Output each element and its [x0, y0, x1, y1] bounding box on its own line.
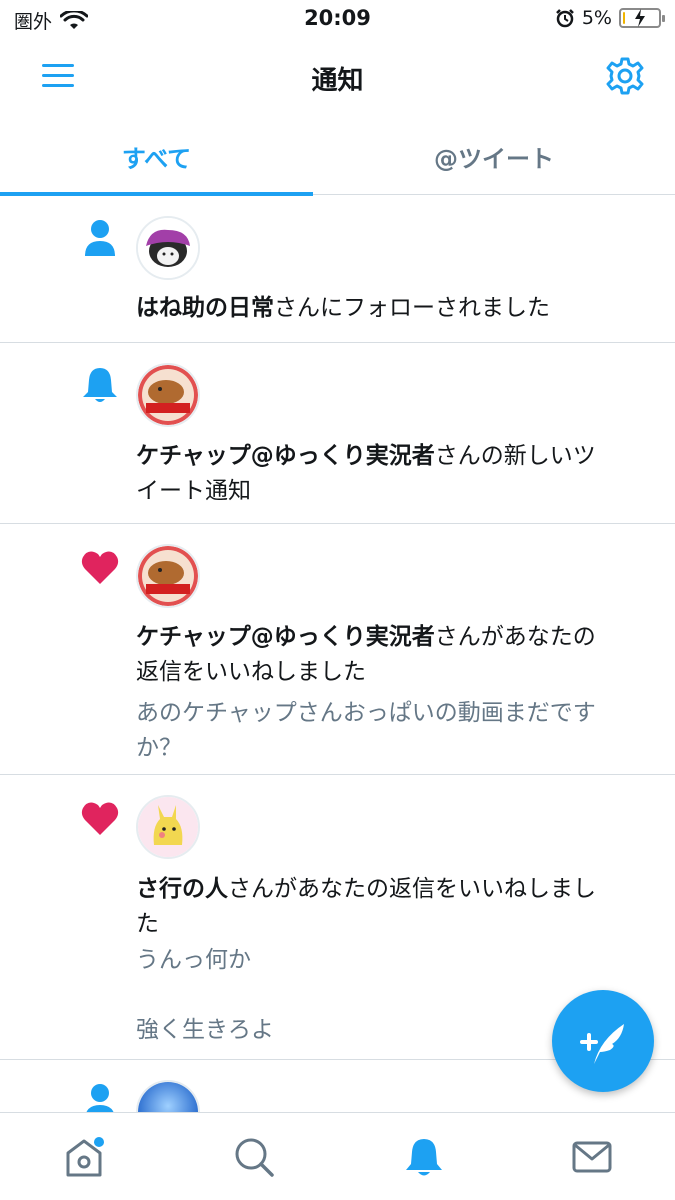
avatar[interactable] [136, 363, 200, 427]
avatar-image [138, 546, 198, 606]
compose-tweet-button[interactable] [552, 990, 654, 1092]
avatar-image [138, 365, 198, 425]
action-text-continued: た [136, 911, 159, 937]
heart-icon [81, 802, 119, 835]
action-text-continued: イート通知 [136, 478, 251, 504]
compose-tweet-icon [580, 1024, 624, 1064]
liked-reply-text: うんっ何か [136, 943, 647, 978]
liked-reply-text: あのケチャップさんおっぱいの動画まだです か？ [136, 696, 647, 766]
battery-icon [619, 8, 665, 28]
quote-line: か？ [136, 735, 182, 761]
avatar-image [138, 218, 198, 278]
person-icon [85, 220, 115, 256]
notification-item[interactable]: ケチャップ@ゆっくり実況者さんの新しいツ イート通知 [0, 343, 675, 524]
avatar[interactable] [136, 544, 200, 608]
notification-text: ケチャップ@ゆっくり実況者さんがあなたの 返信をいいねしました [136, 620, 647, 690]
heart-icon [81, 551, 119, 584]
battery-percent: 5% [581, 7, 612, 29]
charging-bolt-icon [635, 9, 645, 27]
user-name[interactable]: さ行の人 [136, 876, 228, 902]
notification-text: はね助の日常さんにフォローされました [136, 291, 647, 326]
notification-dot [94, 1137, 104, 1147]
notification-tabs: すべて @ツイート [0, 118, 675, 196]
action-text: さんの新しいツ [434, 443, 596, 469]
quote-line: うんっ何か [136, 947, 251, 973]
tab-all[interactable]: すべて [0, 118, 313, 196]
action-text: さんにフォローされました [274, 295, 550, 321]
avatar[interactable] [136, 216, 200, 280]
action-text: さんがあなたの返信をいいねしまし [228, 876, 596, 902]
user-name[interactable]: ケチャップ@ゆっくり実況者 [136, 443, 435, 469]
bell-icon[interactable] [402, 1135, 446, 1179]
user-name[interactable]: ケチャップ@ゆっくり実況者 [136, 624, 435, 650]
quote-line: あのケチャップさんおっぱいの動画まだです [136, 700, 596, 726]
action-text: さんがあなたの [434, 624, 596, 650]
action-text-continued: 返信をいいねしました [136, 659, 366, 685]
avatar-image [138, 797, 198, 857]
home-icon[interactable] [62, 1135, 106, 1179]
notification-text: さ行の人さんがあなたの返信をいいねしまし た [136, 872, 647, 942]
alarm-clock-icon [555, 9, 574, 28]
notification-item[interactable]: ケチャップ@ゆっくり実況者さんがあなたの 返信をいいねしました あのケチャップさ… [0, 524, 675, 775]
user-name[interactable]: はね助の日常 [136, 295, 274, 321]
search-icon[interactable] [232, 1135, 276, 1179]
status-bar-right: 5% [555, 7, 665, 29]
avatar[interactable] [136, 795, 200, 859]
bottom-nav [0, 1112, 675, 1200]
notification-text: ケチャップ@ゆっくり実況者さんの新しいツ イート通知 [136, 439, 647, 509]
page-title: 通知 [311, 66, 364, 96]
header: 通知 [0, 38, 675, 116]
notification-item[interactable]: はね助の日常さんにフォローされました [0, 196, 675, 343]
bell-icon [83, 368, 117, 402]
gear-icon[interactable] [605, 56, 645, 96]
status-bar: 圏外 20:09 5% [0, 0, 675, 38]
tab-mentions[interactable]: @ツイート [313, 118, 675, 194]
battery-fill [623, 12, 625, 24]
quote-line: 強く生きろよ [136, 1017, 274, 1043]
mail-icon[interactable] [570, 1135, 614, 1179]
